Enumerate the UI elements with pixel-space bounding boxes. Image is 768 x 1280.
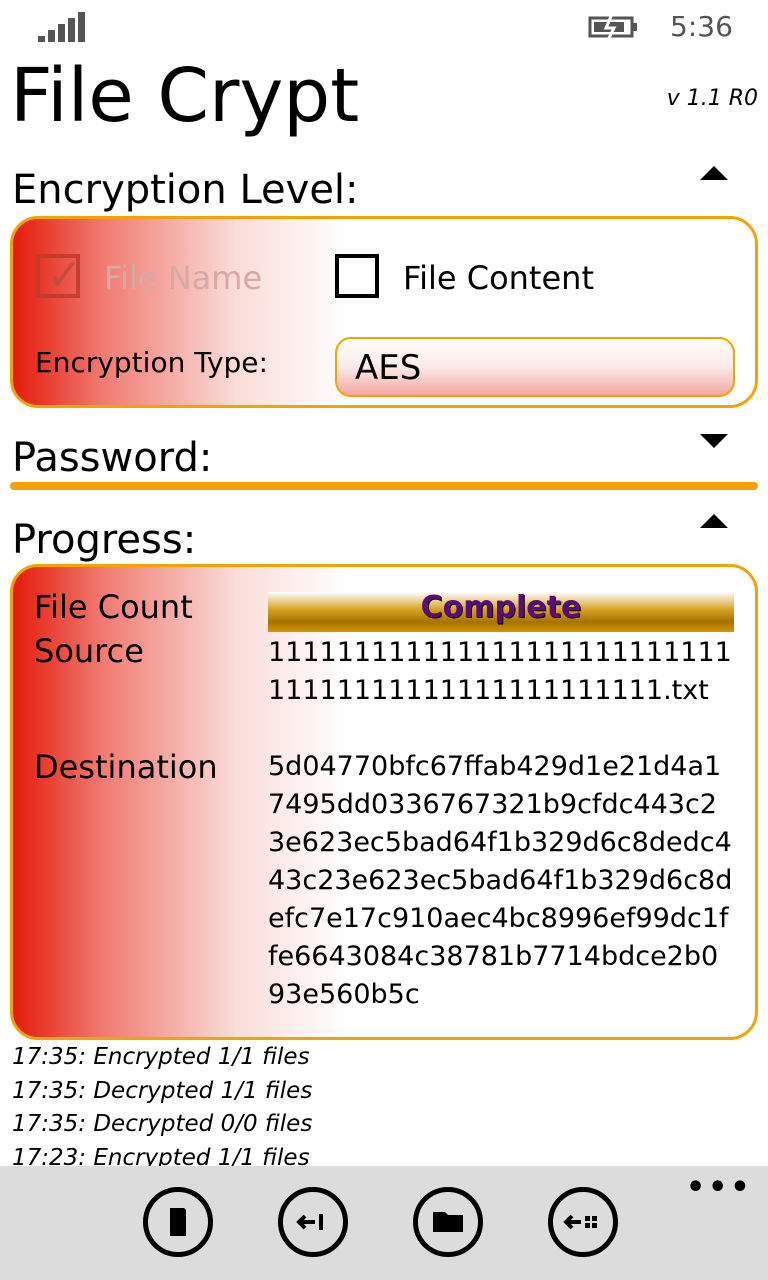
- battery-charging-icon: [588, 14, 637, 40]
- encryption-level-header: Encryption Level:: [12, 167, 359, 213]
- sd-card-icon: [170, 1208, 186, 1236]
- log-entry: 17:23: Encrypted 1/1 files: [12, 1144, 310, 1167]
- more-options-button[interactable]: •••: [686, 1170, 753, 1205]
- sd-card-button[interactable]: [143, 1187, 213, 1257]
- signal-strength-icon: [38, 12, 86, 42]
- encryption-panel: ✓ File Name File Content Encryption Type…: [10, 216, 758, 408]
- folder-button[interactable]: [413, 1187, 483, 1257]
- folder-icon: [433, 1212, 463, 1232]
- log-entry: 17:35: Decrypted 1/1 files: [12, 1077, 313, 1104]
- collapse-encryption-icon[interactable]: [700, 166, 728, 180]
- file-content-label: File Content: [403, 259, 594, 297]
- app-version: v 1.1 R0: [666, 86, 758, 111]
- check-icon: ✓: [46, 250, 83, 301]
- expand-password-icon[interactable]: [700, 434, 728, 448]
- log-entry: 17:35: Encrypted 1/1 files: [12, 1044, 310, 1070]
- back-button[interactable]: [278, 1187, 348, 1257]
- password-header: Password:: [12, 435, 213, 481]
- back-grid-icon: [563, 1214, 597, 1230]
- encryption-type-label: Encryption Type:: [35, 346, 268, 379]
- destination-value: 5d04770bfc67ffab429d1e21d4a17495dd033676…: [268, 751, 733, 1010]
- encryption-type-select[interactable]: AES: [335, 337, 735, 397]
- status-clock: 5:36: [670, 10, 733, 43]
- file-count-label: File Count: [34, 588, 193, 626]
- back-grid-button[interactable]: [548, 1187, 618, 1257]
- file-content-checkbox[interactable]: [335, 254, 379, 298]
- file-name-checkbox[interactable]: ✓: [36, 250, 83, 301]
- source-value: 1111111111111111111111111111111111111111…: [268, 637, 732, 706]
- back-arrow-icon: [296, 1214, 323, 1230]
- log-entry: 17:35: Decrypted 0/0 files: [12, 1111, 313, 1137]
- source-label: Source: [34, 632, 144, 670]
- encryption-type-value: AES: [355, 348, 422, 388]
- activity-log[interactable]: 17:35: Encrypted 1/1 files 17:35: Decryp…: [12, 1040, 752, 1166]
- password-divider: [10, 482, 758, 490]
- destination-label: Destination: [34, 748, 218, 786]
- app-bar: [0, 1166, 768, 1280]
- progress-header: Progress:: [12, 517, 197, 563]
- progress-status: Complete: [420, 590, 582, 625]
- collapse-progress-icon[interactable]: [700, 514, 728, 528]
- app-title: File Crypt: [10, 53, 360, 139]
- file-name-label: File Name: [104, 259, 263, 297]
